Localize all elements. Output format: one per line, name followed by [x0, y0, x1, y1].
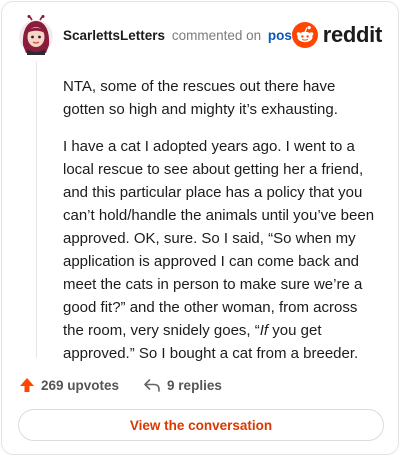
view-conversation-button[interactable]: View the conversation: [18, 409, 384, 441]
comment-paragraph: NTA, some of the rescues out there have …: [63, 78, 338, 118]
reddit-logo[interactable]: reddit: [291, 21, 383, 49]
reddit-wordmark: reddit: [322, 22, 383, 47]
replies-button[interactable]: 9 replies: [143, 377, 222, 393]
upvote-count: 269 upvotes: [41, 377, 120, 393]
username[interactable]: ScarlettsLetters: [63, 28, 165, 43]
thread-line: [36, 62, 37, 358]
meta-verb: commented on: [171, 28, 262, 43]
comment-actions: 269 upvotes 9 replies: [19, 374, 246, 396]
comment-card: ScarlettsLetters commented on post reddi…: [1, 1, 399, 455]
upvote-button[interactable]: 269 upvotes: [19, 377, 119, 393]
comment-emphasis: If: [259, 322, 269, 339]
replies-count: 9 replies: [167, 377, 222, 393]
comment-header: ScarlettsLetters commented on post reddi…: [18, 15, 382, 55]
comment-meta: ScarlettsLetters commented on post: [63, 28, 296, 43]
reddit-snoo-icon: [291, 22, 318, 48]
comment-text: I have a cat I adopted years ago. I went…: [63, 138, 375, 339]
avatar[interactable]: [18, 15, 54, 55]
avatar-icon: [19, 15, 53, 55]
reply-arrow-icon: [144, 379, 160, 392]
comment-paragraph: I have a cat I adopted years ago. I went…: [63, 135, 381, 365]
comment-body: NTA, some of the rescues out there have …: [63, 75, 381, 379]
upvote-arrow-icon: [20, 378, 34, 392]
